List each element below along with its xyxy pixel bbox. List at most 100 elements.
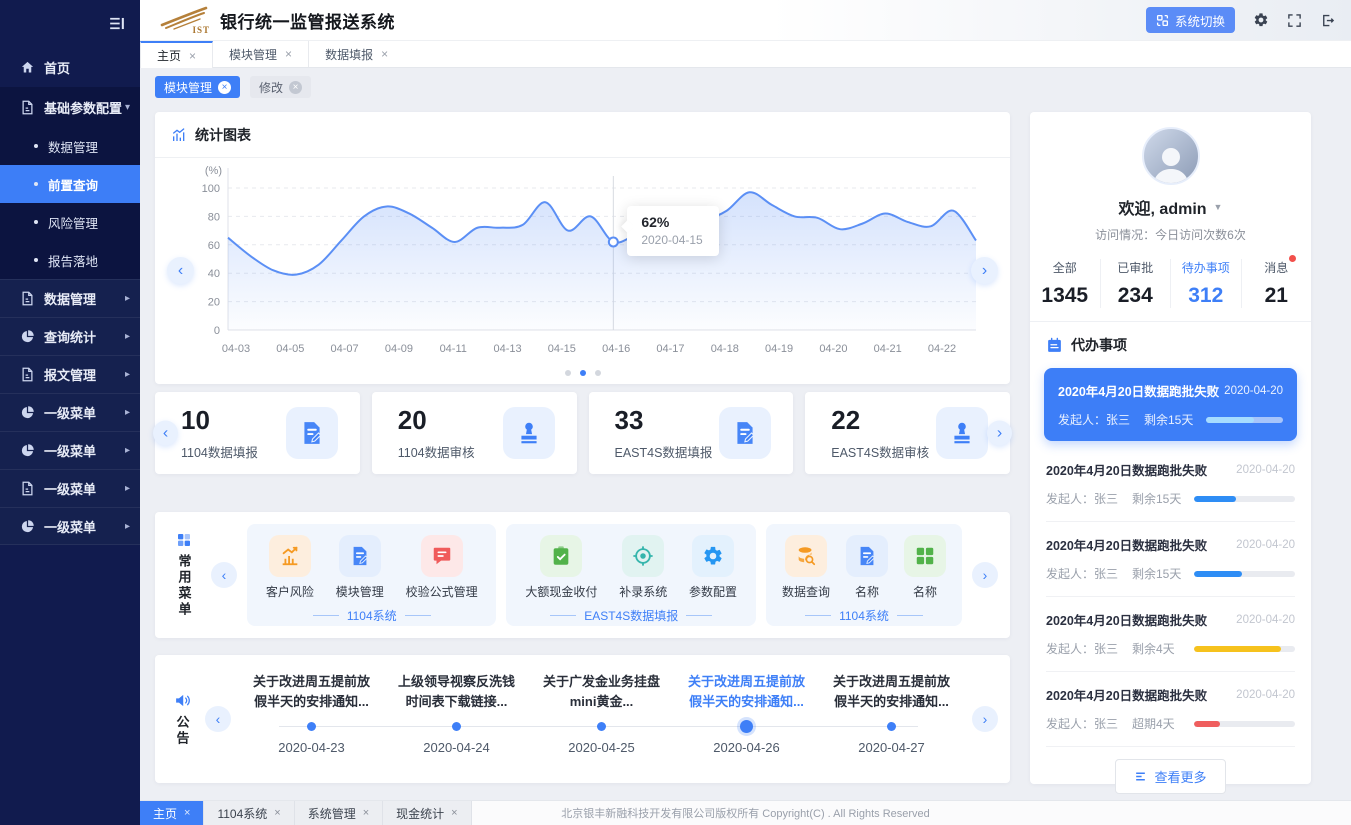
pagination-dot-active[interactable] (580, 370, 586, 376)
stat-all[interactable]: 全部 1345 (1030, 259, 1100, 308)
chevron-right-icon: ▸ (125, 369, 130, 380)
bottom-tab-cash-stats[interactable]: 现金统计× (383, 801, 471, 825)
stamp-icon (503, 407, 555, 459)
sidebar-item-query-stats[interactable]: 查询统计 ▸ (0, 317, 140, 355)
sidebar-item-label: 报告落地 (48, 251, 98, 270)
todo-item[interactable]: 2020年4月20日数据跑批失败2020-04-20 发起人：张三超期4天 (1046, 672, 1295, 747)
quick-menu-prev-button[interactable]: ‹ (211, 562, 237, 588)
quick-item-formula-check[interactable]: 校验公式管理 (406, 535, 478, 600)
sidebar-item-label: 首页 (44, 58, 70, 77)
sidebar-item-level1-menu-1[interactable]: 一级菜单 ▸ (0, 393, 140, 431)
quick-item-param-config[interactable]: 参数配置 (689, 535, 737, 600)
stat-card-east4s-filling[interactable]: 33EAST4S数据填报 (589, 392, 794, 474)
sidebar-item-level1-menu-4[interactable]: 一级菜单 ▸ (0, 507, 140, 545)
close-icon[interactable]: × (218, 81, 231, 94)
todo-sender: 发起人：张三 (1046, 565, 1132, 582)
sidebar-item-risk-management[interactable]: 风险管理 (0, 203, 140, 241)
announcement-item-active[interactable]: 关于改进周五提前放假半天的安排通知... 2020-04-26 (674, 672, 819, 783)
quick-item-customer-risk[interactable]: 客户风险 (266, 535, 314, 600)
tab-module-management[interactable]: 模块管理× (213, 41, 308, 67)
quick-item-large-cash[interactable]: 大额现金收付 (525, 535, 597, 600)
close-icon[interactable]: × (289, 81, 302, 94)
bottom-tab-1104[interactable]: 1104系统× (204, 801, 294, 825)
view-more-button[interactable]: 查看更多 (1115, 759, 1225, 794)
system-switch-button[interactable]: 系统切换 (1146, 7, 1235, 33)
close-icon[interactable]: × (451, 807, 457, 819)
quick-item-name-1[interactable]: 名称 (846, 535, 888, 600)
close-icon[interactable]: × (184, 807, 190, 819)
chip-modify[interactable]: 修改× (250, 76, 311, 98)
todo-remaining: 剩余15天 (1132, 490, 1194, 507)
chevron-right-icon: ▸ (125, 293, 130, 304)
close-icon[interactable]: × (189, 49, 196, 63)
announcement-next-button[interactable]: › (972, 706, 998, 732)
close-icon[interactable]: × (274, 807, 280, 819)
sidebar-item-level1-menu-3[interactable]: 一级菜单 ▸ (0, 469, 140, 507)
sidebar-item-home[interactable]: 首页 (0, 47, 140, 87)
stats-prev-button[interactable]: ‹ (153, 421, 178, 446)
fullscreen-icon[interactable] (1287, 13, 1302, 28)
todo-remaining: 剩余15天 (1144, 411, 1206, 428)
quick-item-supplement-system[interactable]: 补录系统 (619, 535, 667, 600)
line-chart[interactable]: 020406080100(%)04-0304-0504-0704-0904-11… (170, 158, 995, 368)
stat-approved[interactable]: 已审批 234 (1100, 259, 1171, 308)
tab-data-filling[interactable]: 数据填报× (308, 41, 404, 67)
chart-prev-button[interactable]: ‹ (167, 257, 194, 284)
todo-item[interactable]: 2020年4月20日数据跑批失败2020-04-20 发起人：张三剩余15天 (1046, 522, 1295, 597)
announcement-item[interactable]: 关于改进周五提前放假半天的安排通知... 2020-04-23 (239, 672, 384, 783)
avatar[interactable] (1142, 127, 1200, 185)
todo-item[interactable]: 2020年4月20日数据跑批失败2020-04-20 发起人：张三剩余15天 (1046, 447, 1295, 522)
chart-next-button[interactable]: › (971, 257, 998, 284)
stat-messages[interactable]: 消息 21 (1241, 259, 1312, 308)
user-menu[interactable]: 欢迎, admin ▼ (1030, 195, 1311, 219)
stat-card-east4s-audit[interactable]: 22EAST4S数据审核 (805, 392, 1010, 474)
sidebar-item-data-management-2[interactable]: 数据管理 ▸ (0, 279, 140, 317)
logout-icon[interactable] (1320, 13, 1335, 28)
todo-sender: 发起人：张三 (1046, 640, 1132, 657)
todo-item-active[interactable]: 2020年4月20日数据跑批失败2020-04-20 发起人：张三剩余15天 (1044, 368, 1297, 441)
doc-edit-icon (339, 535, 381, 577)
quick-menu-next-button[interactable]: › (972, 562, 998, 588)
todo-date: 2020-04-20 (1236, 614, 1295, 626)
svg-text:04-21: 04-21 (874, 343, 902, 355)
doc-edit-icon (846, 535, 888, 577)
stat-cards-row: 101104数据填报 201104数据审核 33EAST4S数据填报 (155, 392, 1010, 474)
quick-item-name-2[interactable]: 名称 (904, 535, 946, 600)
pagination-dot[interactable] (565, 370, 571, 376)
stat-card-1104-filling[interactable]: 101104数据填报 (155, 392, 360, 474)
close-icon[interactable]: × (363, 807, 369, 819)
svg-text:04-19: 04-19 (765, 343, 793, 355)
sidebar-item-message-management[interactable]: 报文管理 ▸ (0, 355, 140, 393)
stats-next-button[interactable]: › (987, 421, 1012, 446)
menu-fold-icon[interactable] (107, 14, 126, 33)
timeline-dot (307, 722, 316, 731)
bullet-icon (34, 220, 38, 224)
sidebar-item-data-management[interactable]: 数据管理 (0, 127, 140, 165)
close-icon[interactable]: × (381, 47, 388, 61)
gear-icon[interactable] (1253, 12, 1269, 28)
bottom-tab-home[interactable]: 主页× (140, 801, 204, 825)
copyright-text: 北京银丰新融科技开发有限公司版权所有 Copyright(C) . All Ri… (561, 805, 930, 821)
stat-label: 1104数据填报 (181, 442, 258, 461)
sidebar-item-report-landing[interactable]: 报告落地 (0, 241, 140, 279)
announcement-prev-button[interactable]: ‹ (205, 706, 231, 732)
todo-item[interactable]: 2020年4月20日数据跑批失败2020-04-20 发起人：张三剩余4天 (1046, 597, 1295, 672)
target-icon (622, 535, 664, 577)
chip-module-management[interactable]: 模块管理× (155, 76, 240, 98)
stat-card-1104-audit[interactable]: 201104数据审核 (372, 392, 577, 474)
quick-item-data-query[interactable]: 数据查询 (782, 535, 830, 600)
quick-item-module-management[interactable]: 模块管理 (336, 535, 384, 600)
chart-pagination (155, 368, 1010, 376)
sidebar-item-base-param-config[interactable]: 基础参数配置 ▾ (0, 87, 140, 127)
close-icon[interactable]: × (285, 47, 292, 61)
announcement-item[interactable]: 关于广发金业务挂盘mini黄金... 2020-04-25 (529, 672, 674, 783)
sidebar-item-level1-menu-2[interactable]: 一级菜单 ▸ (0, 431, 140, 469)
announcement-item[interactable]: 关于改进周五提前放假半天的安排通知... 2020-04-27 (819, 672, 964, 783)
sidebar-item-pre-query[interactable]: 前置查询 (0, 165, 140, 203)
tab-home[interactable]: 主页× (140, 41, 213, 68)
switch-icon (1156, 14, 1169, 27)
pagination-dot[interactable] (595, 370, 601, 376)
announcement-item[interactable]: 上级领导视察反洗钱时间表下载链接... 2020-04-24 (384, 672, 529, 783)
stat-todo[interactable]: 待办事项 312 (1170, 259, 1241, 308)
bottom-tab-system-mgmt[interactable]: 系统管理× (295, 801, 383, 825)
